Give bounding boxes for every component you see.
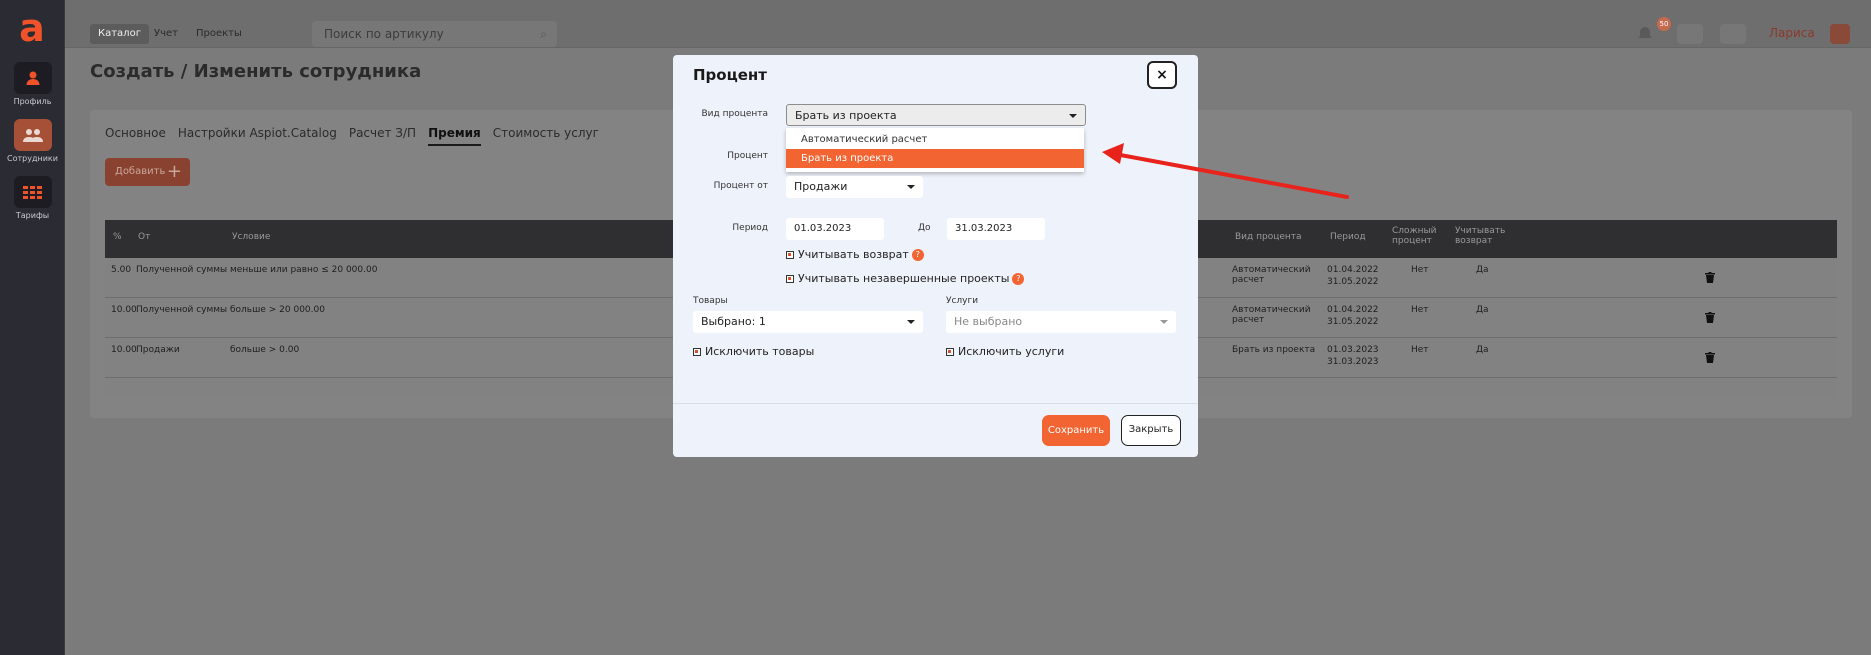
annotation-arrow-icon: [1102, 143, 1349, 199]
